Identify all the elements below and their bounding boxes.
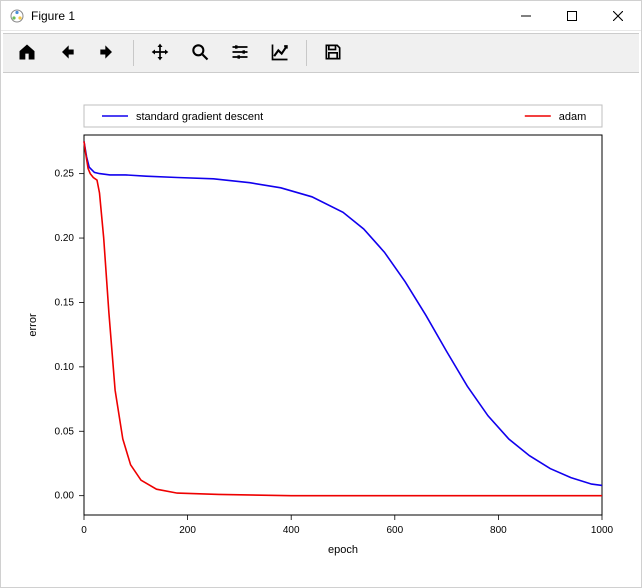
minimize-button[interactable] [503,1,549,31]
save-button[interactable] [314,36,352,70]
arrow-right-icon [97,42,117,65]
x-tick-label: 800 [490,525,507,536]
axes-frame [84,135,602,515]
toolbar-separator [133,40,134,66]
series-line-1 [84,141,602,495]
x-tick-label: 200 [179,525,196,536]
chart: 0 200 400 600 800 1000 0.00 0.05 0.10 0.15 0.20 0.2… [2,74,640,586]
edit-params-button[interactable] [261,36,299,70]
x-axis-label: epoch [328,544,358,556]
plot-canvas[interactable]: 0 200 400 600 800 1000 0.00 0.05 0.10 0.15 0.20 0.2… [2,74,640,586]
toolbar-separator [306,40,307,66]
series-line-0 [84,141,602,485]
home-button[interactable] [8,36,46,70]
x-tick-label: 400 [283,525,300,536]
y-tick-label: 0.25 [55,169,75,180]
back-button[interactable] [48,36,86,70]
zoom-icon [190,42,210,65]
x-tick-label: 1000 [591,525,614,536]
x-tick-label: 600 [386,525,403,536]
chart-line-icon [270,42,290,65]
y-axis-label: error [27,313,39,337]
y-tick-label: 0.20 [55,233,75,244]
legend-label-0: standard gradient descent [136,111,263,123]
pan-button[interactable] [141,36,179,70]
arrow-left-icon [57,42,77,65]
window-titlebar: Figure 1 [1,1,641,31]
y-tick-label: 0.10 [55,362,75,373]
maximize-button[interactable] [549,1,595,31]
zoom-button[interactable] [181,36,219,70]
x-tick-label: 0 [81,525,87,536]
close-button[interactable] [595,1,641,31]
window-title: Figure 1 [31,9,75,23]
y-tick-label: 0.00 [55,491,75,502]
legend-label-1: adam [559,111,587,123]
home-icon [17,42,37,65]
configure-subplots-button[interactable] [221,36,259,70]
y-tick-label: 0.15 [55,297,75,308]
forward-button[interactable] [88,36,126,70]
sliders-icon [230,42,250,65]
app-icon [9,8,25,24]
save-icon [323,42,343,65]
move-icon [150,42,170,65]
y-tick-label: 0.05 [55,426,75,437]
toolbar [3,33,639,73]
